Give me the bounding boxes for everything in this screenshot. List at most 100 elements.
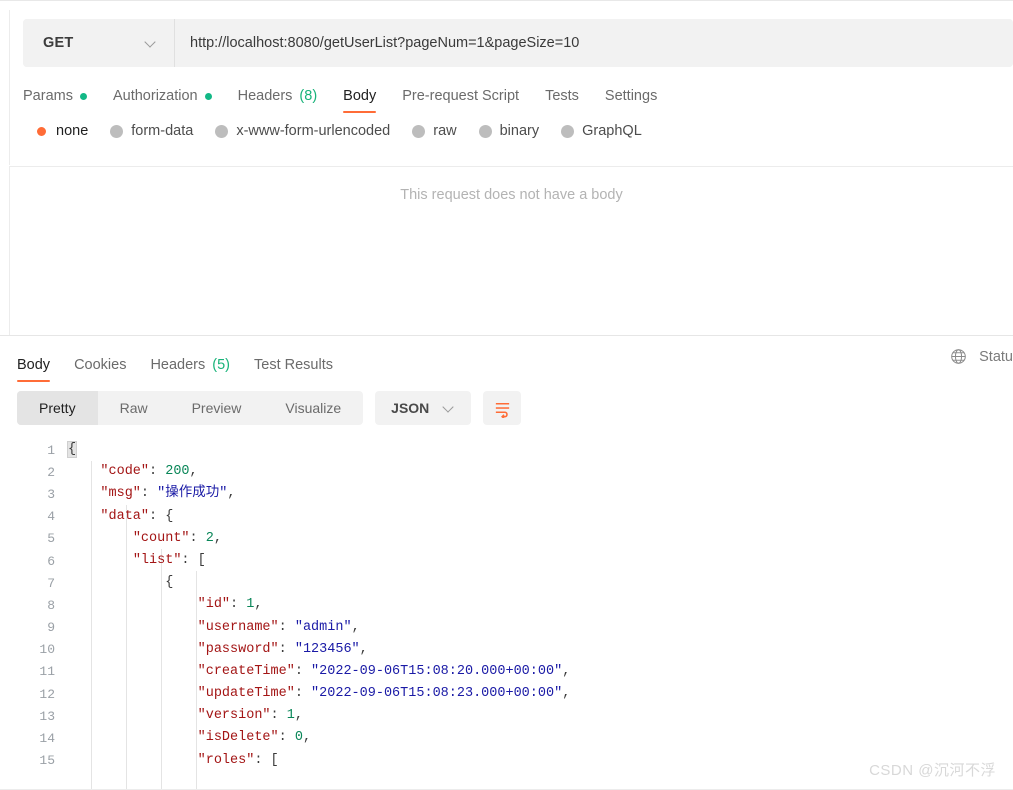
line-number: 2 [47, 464, 55, 480]
tab-label: Tests [545, 88, 579, 104]
code-text: "version": 1, [68, 705, 1013, 727]
body-type-x-www-form-urlencoded[interactable]: x-www-form-urlencoded [215, 123, 390, 139]
response-tab-body[interactable]: Body [17, 357, 51, 382]
code-token: : [278, 619, 295, 635]
view-mode-preview[interactable]: Preview [170, 391, 264, 425]
request-tab-headers[interactable]: Headers (8) [238, 88, 318, 113]
radio-icon[interactable] [215, 124, 229, 138]
code-line: 15 "roles": [ [0, 750, 1013, 772]
code-token: "password" [197, 641, 279, 657]
code-token: : [294, 663, 312, 679]
radio-icon[interactable] [110, 124, 124, 138]
view-mode-pretty[interactable]: Pretty [17, 391, 98, 425]
code-token: "code" [100, 464, 150, 480]
line-number: 7 [47, 575, 55, 591]
response-status-group: Statu [950, 348, 1013, 365]
body-type-form-data[interactable]: form-data [110, 123, 193, 139]
radio-icon[interactable] [412, 124, 426, 138]
code-token: "123456" [294, 641, 360, 657]
code-token: "admin" [294, 619, 352, 635]
http-method-dropdown[interactable]: GET [23, 19, 175, 67]
code-token: , [227, 486, 236, 502]
code-line: 7 { [0, 572, 1013, 594]
request-tab-body[interactable]: Body [343, 88, 377, 113]
code-token: "roles" [197, 752, 255, 768]
body-type-raw[interactable]: raw [412, 123, 457, 139]
code-text: "createTime": "2022-09-06T15:08:20.000+0… [68, 661, 1013, 683]
code-text: "isDelete": 0, [68, 727, 1013, 749]
request-tab-pre-request-script[interactable]: Pre-request Script [402, 88, 519, 113]
tab-label: Settings [604, 88, 658, 104]
watermark: CSDN @沉河不浮 [869, 762, 996, 779]
tab-label: Params [23, 88, 73, 104]
code-text: "count": 2, [68, 528, 1013, 550]
code-text: "updateTime": "2022-09-06T15:08:23.000+0… [68, 683, 1013, 705]
tab-label: Authorization [112, 88, 198, 104]
request-body-area: This request does not have a body [9, 166, 1013, 335]
response-body-code-viewer[interactable]: 1{2 "code": 200, 3 "msg": "操作成功", 4 "data"… [0, 439, 1013, 790]
code-token: "createTime" [197, 663, 295, 679]
body-type-none[interactable]: none [35, 123, 88, 139]
code-token: "data" [100, 508, 150, 524]
code-token: , [351, 619, 360, 635]
line-number: 12 [39, 686, 55, 702]
body-type-label: GraphQL [582, 123, 642, 139]
chevron-down-icon [145, 37, 157, 49]
line-number: 4 [47, 509, 55, 525]
tab-count: (8) [299, 88, 318, 104]
body-type-GraphQL[interactable]: GraphQL [561, 123, 642, 139]
response-tab-test-results[interactable]: Test Results [254, 357, 333, 382]
status-dot-icon [79, 92, 87, 100]
response-tab-cookies[interactable]: Cookies [74, 357, 126, 382]
code-line: 2 "code": 200, [0, 461, 1013, 483]
code-token: "version" [197, 708, 271, 724]
code-token: : [140, 486, 158, 502]
request-tab-authorization[interactable]: Authorization [113, 88, 212, 113]
response-toolbar: Pretty Raw Preview Visualize JSON [17, 391, 1013, 425]
view-mode-raw[interactable]: Raw [98, 391, 170, 425]
code-text: "data": { [68, 506, 1013, 528]
url-bar: GET http://localhost:8080/getUserList?pa… [23, 19, 1013, 67]
code-token: : [278, 730, 295, 746]
http-method-label: GET [43, 35, 74, 51]
code-token: , [189, 464, 198, 480]
body-type-binary[interactable]: binary [478, 123, 539, 139]
response-tab-headers[interactable]: Headers (5) [150, 357, 230, 382]
code-token: { [165, 575, 174, 591]
code-line: 3 "msg": "操作成功", [0, 483, 1013, 505]
code-token: [ [197, 552, 206, 568]
body-type-label: x-www-form-urlencoded [236, 123, 391, 139]
code-token: "msg" [100, 486, 141, 502]
line-number: 9 [47, 620, 55, 636]
code-token: : [149, 508, 166, 524]
code-text: "msg": "操作成功", [68, 483, 1013, 505]
radio-icon[interactable] [35, 124, 48, 138]
code-token: , [294, 708, 303, 724]
request-tab-settings[interactable]: Settings [605, 88, 657, 113]
body-type-label: raw [433, 123, 457, 139]
chevron-down-icon [443, 402, 455, 414]
response-format-dropdown[interactable]: JSON [375, 391, 472, 425]
radio-icon[interactable] [478, 124, 492, 138]
postman-window: GET http://localhost:8080/getUserList?pa… [0, 0, 1013, 790]
code-line: 4 "data": { [0, 506, 1013, 528]
view-mode-visualize[interactable]: Visualize [263, 391, 363, 425]
response-view-mode-group: Pretty Raw Preview Visualize [17, 391, 364, 425]
request-pane: GET http://localhost:8080/getUserList?pa… [9, 10, 1013, 165]
code-token: 0 [294, 730, 303, 746]
radio-icon[interactable] [561, 124, 575, 138]
globe-icon[interactable] [950, 348, 967, 365]
tab-label: Test Results [254, 357, 333, 373]
wrap-lines-button[interactable] [483, 391, 522, 425]
request-tab-tests[interactable]: Tests [545, 88, 579, 113]
code-line: 12 "updateTime": "2022-09-06T15:08:23.00… [0, 683, 1013, 705]
code-token: "操作成功" [157, 486, 228, 502]
url-input[interactable]: http://localhost:8080/getUserList?pageNu… [175, 19, 1013, 67]
code-line: 6 "list": [ [0, 550, 1013, 572]
code-token: "2022-09-06T15:08:23.000+00:00" [311, 686, 563, 702]
tab-label: Pre-request Script [402, 88, 520, 104]
line-number: 10 [39, 642, 55, 658]
code-token: 1 [286, 708, 295, 724]
request-tab-params[interactable]: Params [23, 88, 87, 113]
code-line: 1{ [0, 439, 1013, 461]
